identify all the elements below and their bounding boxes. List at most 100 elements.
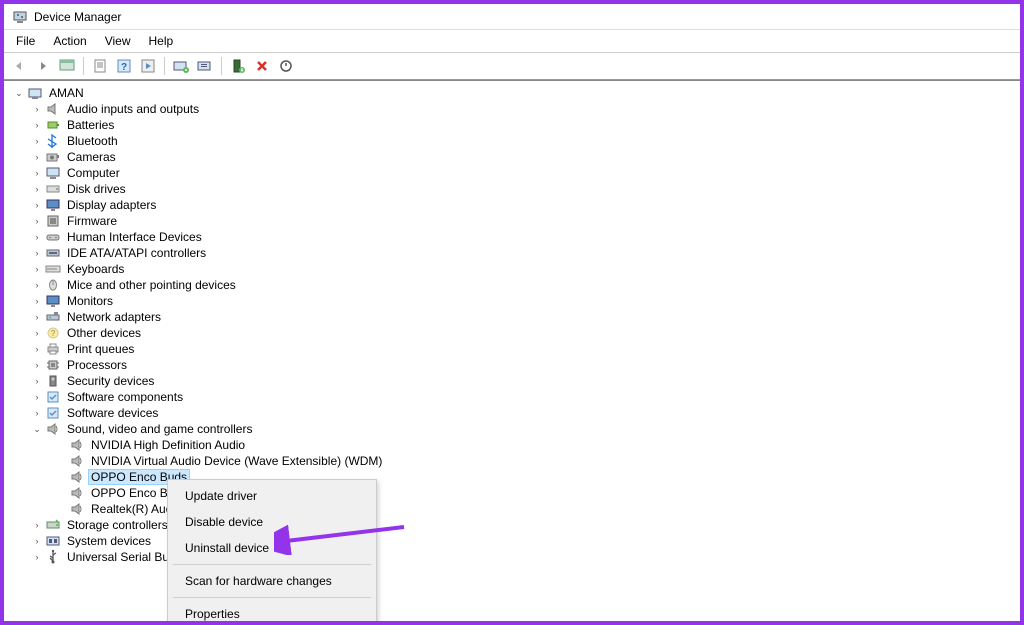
properties-button[interactable] [89,55,111,77]
tree-category-21[interactable]: ›Storage controllers [6,517,1018,533]
forward-button[interactable] [32,55,54,77]
computer-icon [45,165,61,181]
tree-category-13[interactable]: › Network adapters [6,309,1018,325]
expander-icon[interactable]: › [30,392,44,402]
tree-category-5[interactable]: ›Disk drives [6,181,1018,197]
menu-view[interactable]: View [97,32,139,50]
device-tree[interactable]: ⌄AMAN›Audio inputs and outputs›Batteries… [4,80,1020,621]
expander-icon[interactable]: › [30,136,44,146]
expander-icon[interactable]: › [30,408,44,418]
tree-category-18[interactable]: ›Software components [6,389,1018,405]
network-icon [45,309,61,325]
context-menu-separator [173,597,371,598]
tree-category-0[interactable]: ›Audio inputs and outputs [6,101,1018,117]
tree-category-14[interactable]: ›?Other devices [6,325,1018,341]
scan-hardware-button[interactable] [170,55,192,77]
expander-icon[interactable]: › [30,520,44,530]
tree-category-9[interactable]: ›IDE ATA/ATAPI controllers [6,245,1018,261]
system-icon [45,533,61,549]
expander-icon[interactable]: › [30,168,44,178]
tree-category-6[interactable]: › Display adapters [6,197,1018,213]
tree-category-8[interactable]: ›Human Interface Devices [6,229,1018,245]
expander-icon[interactable]: › [30,296,44,306]
sound-icon [69,485,85,501]
root-icon [27,85,43,101]
tree-category-17[interactable]: › Security devices [6,373,1018,389]
tree-device-20-3[interactable]: OPPO Enco Buds [6,485,1018,501]
help-button[interactable]: ? [113,55,135,77]
context-menu-item-scan-for-hardware-changes[interactable]: Scan for hardware changes [171,568,373,594]
context-menu-item-properties[interactable]: Properties [171,601,373,621]
tree-item-label: Monitors [64,294,116,308]
storage-icon [45,517,61,533]
menu-file[interactable]: File [8,32,43,50]
sound-icon [69,469,85,485]
tree-item-label: Security devices [64,374,157,388]
tree-category-7[interactable]: ›Firmware [6,213,1018,229]
disable-button[interactable] [275,55,297,77]
tree-category-1[interactable]: › Batteries [6,117,1018,133]
expander-icon[interactable]: › [30,216,44,226]
app-icon [12,9,28,25]
expander-icon[interactable]: › [30,328,44,338]
expander-icon[interactable]: ⌄ [12,88,26,99]
tree-root-node[interactable]: ⌄ AMAN [6,85,1018,101]
tree-category-15[interactable]: ›Print queues [6,341,1018,357]
expander-icon[interactable]: › [30,104,44,114]
tree-category-3[interactable]: ›Cameras [6,149,1018,165]
tree-item-label: NVIDIA High Definition Audio [88,438,248,452]
expander-icon[interactable]: › [30,536,44,546]
tree-category-22[interactable]: ›System devices [6,533,1018,549]
context-menu-item-disable-device[interactable]: Disable device [171,509,373,535]
tree-category-2[interactable]: ›Bluetooth [6,133,1018,149]
software-icon [45,405,61,421]
tree-category-11[interactable]: ›Mice and other pointing devices [6,277,1018,293]
update-driver-button[interactable] [227,55,249,77]
expander-icon[interactable]: › [30,552,44,562]
action-button[interactable] [137,55,159,77]
back-button[interactable] [8,55,30,77]
tree-item-label: Batteries [64,118,117,132]
svg-text:?: ? [51,329,56,338]
bluetooth-icon [45,133,61,149]
svg-text:?: ? [121,62,127,73]
software-icon [45,389,61,405]
expander-icon[interactable]: › [30,120,44,130]
tree-device-20-1[interactable]: NVIDIA Virtual Audio Device (Wave Extens… [6,453,1018,469]
add-legacy-button[interactable] [194,55,216,77]
tree-device-20-0[interactable]: NVIDIA High Definition Audio [6,437,1018,453]
tree-device-20-2[interactable]: OPPO Enco Buds [6,469,1018,485]
expander-icon[interactable]: › [30,312,44,322]
tree-category-23[interactable]: ›Universal Serial Bus [6,549,1018,565]
window-title: Device Manager [34,10,121,24]
expander-icon[interactable]: › [30,184,44,194]
expander-icon[interactable]: ⌄ [30,424,44,435]
tree-category-4[interactable]: ›Computer [6,165,1018,181]
menu-action[interactable]: Action [45,32,94,50]
uninstall-button[interactable] [251,55,273,77]
expander-icon[interactable]: › [30,360,44,370]
expander-icon[interactable]: › [30,232,44,242]
tree-item-label: Sound, video and game controllers [64,422,255,436]
expander-icon[interactable]: › [30,264,44,274]
tree-item-label: Display adapters [64,198,159,212]
context-menu-item-uninstall-device[interactable]: Uninstall device [171,535,373,561]
tree-category-16[interactable]: ›Processors [6,357,1018,373]
expander-icon[interactable]: › [30,280,44,290]
context-menu-separator [173,564,371,565]
show-hide-console-button[interactable] [56,55,78,77]
expander-icon[interactable]: › [30,344,44,354]
expander-icon[interactable]: › [30,200,44,210]
tree-category-20[interactable]: ⌄ Sound, video and game controllers [6,421,1018,437]
expander-icon[interactable]: › [30,248,44,258]
menu-help[interactable]: Help [141,32,182,50]
expander-icon[interactable]: › [30,376,44,386]
tree-category-19[interactable]: ›Software devices [6,405,1018,421]
tree-item-label: AMAN [46,86,87,100]
tree-category-10[interactable]: ›Keyboards [6,261,1018,277]
tree-category-12[interactable]: › Monitors [6,293,1018,309]
context-menu-item-update-driver[interactable]: Update driver [171,483,373,509]
tree-device-20-4[interactable]: Realtek(R) Audio [6,501,1018,517]
tree-item-label: Network adapters [64,310,164,324]
expander-icon[interactable]: › [30,152,44,162]
